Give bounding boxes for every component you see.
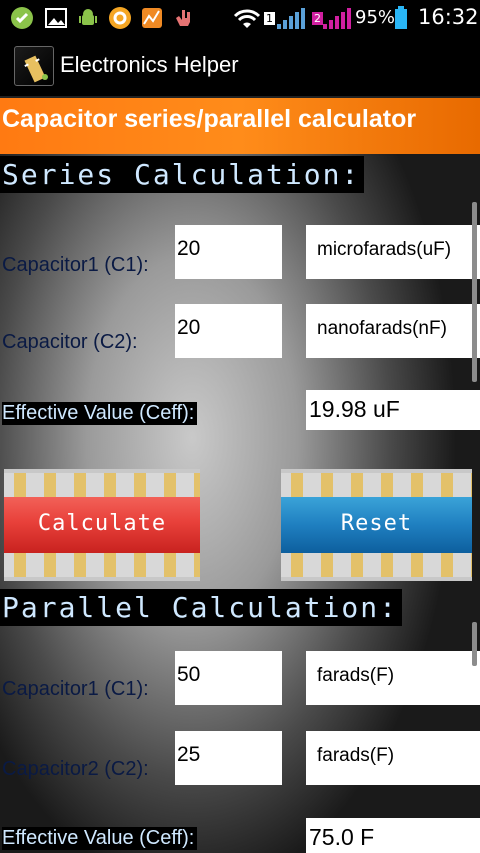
series-result-label: Effective Value (Ceff): (2, 402, 198, 425)
reset-button-label: Reset (340, 511, 413, 536)
app-circle-icon (109, 7, 131, 29)
parallel-c2-input[interactable]: 25 (175, 731, 282, 785)
calculate-button-body: Calculate (4, 497, 200, 553)
series-result-value: 19.98 uF (306, 390, 480, 430)
parallel-c1-unit-select[interactable]: farads(F) (306, 651, 480, 705)
series-section-title: Series Calculation: (0, 156, 365, 193)
app-logo-icon[interactable] (14, 46, 54, 86)
signal-strength-2-icon (323, 8, 351, 29)
phone-notification-icon (11, 7, 33, 29)
battery-percent: 95% (355, 7, 396, 28)
parallel-c2-label: Capacitor2 (C2): (2, 758, 149, 780)
status-bar: 1 2 95% 16:32 (0, 0, 480, 36)
calculate-button-label: Calculate (37, 511, 167, 536)
reset-button[interactable]: Reset (281, 469, 472, 581)
parallel-c1-input[interactable]: 50 (175, 651, 282, 705)
calculator-header: Capacitor series/parallel calculator (0, 98, 480, 154)
clock: 16:32 (418, 5, 479, 29)
scrollbar[interactable] (472, 202, 477, 382)
chip-pins-top (281, 469, 472, 497)
battery-icon (395, 6, 407, 29)
series-c1-unit-select[interactable]: microfarads(uF) (306, 225, 480, 279)
app-title: Electronics Helper (60, 52, 239, 77)
gallery-icon (45, 8, 67, 28)
android-debug-icon (79, 9, 97, 25)
parallel-c1-label: Capacitor1 (C1): (2, 678, 149, 700)
calculate-button[interactable]: Calculate (4, 469, 200, 581)
calculator-title: Capacitor series/parallel calculator (2, 105, 417, 133)
reset-button-body: Reset (281, 497, 472, 553)
action-bar: Electronics Helper (0, 36, 480, 98)
parallel-c2-unit-select[interactable]: farads(F) (306, 731, 480, 785)
hand-icon (176, 10, 190, 26)
series-c2-input[interactable]: 20 (175, 304, 282, 358)
chip-pins-top (4, 469, 200, 497)
series-c2-unit-select[interactable]: nanofarads(nF) (306, 304, 480, 358)
parallel-result-value: 75.0 F (306, 818, 480, 853)
main-content: Capacitor series/parallel calculator Ser… (0, 98, 480, 853)
signal-strength-1-icon (277, 8, 305, 29)
scrollbar-lower[interactable] (472, 622, 477, 666)
parallel-section-title: Parallel Calculation: (0, 589, 403, 626)
chip-pins-bottom (4, 553, 200, 581)
parallel-result-label: Effective Value (Ceff): (2, 827, 198, 850)
series-c1-input[interactable]: 20 (175, 225, 282, 279)
wifi-icon (233, 9, 261, 28)
chart-app-icon (142, 8, 162, 28)
series-c2-label: Capacitor (C2): (2, 331, 138, 353)
series-c1-label: Capacitor1 (C1): (2, 254, 149, 276)
chip-pins-bottom (281, 553, 472, 581)
sim1-badge: 1 (264, 12, 275, 25)
